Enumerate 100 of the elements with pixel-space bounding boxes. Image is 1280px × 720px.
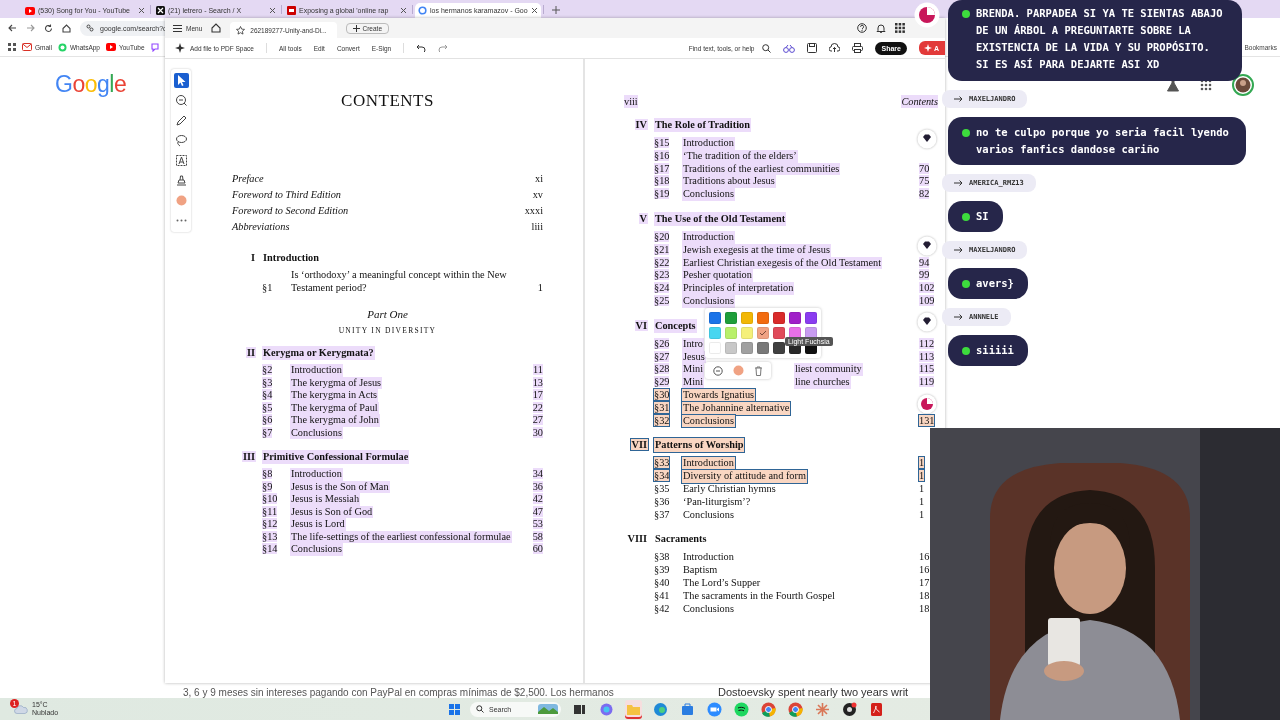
entry-title[interactable]: Diversity of attitude and form <box>682 470 807 483</box>
entry-title[interactable]: Preface <box>232 171 264 187</box>
entry-title[interactable]: The life-settings of the earliest confessional formulae <box>290 530 512 543</box>
section-number: §14 <box>262 543 278 554</box>
chapter-title[interactable]: Patterns of Worship <box>654 438 745 453</box>
entry-title[interactable]: The Johannine alternative <box>682 401 791 415</box>
entry-title[interactable]: Jewish exegesis at the time of Jesus <box>682 243 831 257</box>
entry-title[interactable]: Principles of interpretation <box>682 282 795 295</box>
entry-title[interactable]: Intro <box>682 337 704 351</box>
entry-title[interactable]: Early Christian hymns <box>682 482 777 496</box>
section-number: §36 <box>654 495 670 507</box>
chapter-title[interactable]: Concepts <box>654 318 697 333</box>
entry-title[interactable]: Introduction <box>682 551 735 565</box>
entry-title[interactable]: ‘Pan-liturgism’? <box>682 495 752 509</box>
section-number: §19 <box>654 188 670 200</box>
section-number: §23 <box>654 269 670 281</box>
chapter-number: IV <box>634 119 648 130</box>
google-logo[interactable]: Google <box>55 71 127 98</box>
entry-title[interactable]: Introduction <box>290 364 343 377</box>
page-number: 34 <box>532 468 543 479</box>
entry-title[interactable]: line churches <box>794 376 851 389</box>
entry-title[interactable]: Traditions about Jesus <box>682 175 776 189</box>
page-number: 18 <box>919 589 930 601</box>
chapter-title[interactable]: Kerygma or Kerygmata? <box>262 346 375 360</box>
entry-title[interactable]: Towards Ignatius <box>682 388 756 402</box>
section-number: §35 <box>654 482 670 494</box>
section-number: §18 <box>654 175 670 187</box>
chapter-title[interactable]: The Role of Tradition <box>654 118 751 132</box>
entry-title[interactable]: Jesus is Messiah <box>290 493 361 506</box>
chapter-number: III <box>241 451 256 462</box>
page-number: xv <box>532 188 543 202</box>
page-number: 27 <box>532 414 543 425</box>
page-number: 58 <box>532 530 543 542</box>
section-number: §13 <box>262 530 278 542</box>
chapter-number: I <box>250 252 256 263</box>
page-number: 36 <box>532 480 543 492</box>
page-number: 119 <box>919 376 935 388</box>
entry-title[interactable]: Foreword to Third Edition <box>232 187 341 203</box>
section-number: §32 <box>654 414 670 426</box>
entry-title[interactable]: Abbreviations <box>232 219 290 235</box>
section-number: §4 <box>262 389 273 400</box>
section-number: §34 <box>654 470 670 482</box>
entry-title[interactable]: Jesus is the Son of Man <box>290 480 390 493</box>
entry-title[interactable]: Is ‘orthodoxy’ a meaningful concept within the New Testament period? <box>290 269 523 294</box>
section-number: §28 <box>654 363 670 375</box>
section-number: §20 <box>654 231 670 242</box>
section-number: §38 <box>654 551 670 563</box>
entry-title[interactable]: Conclusions <box>682 508 735 522</box>
entry-title[interactable]: Conclusions <box>682 188 735 201</box>
entry-title[interactable]: Foreword to Second Edition <box>232 203 349 219</box>
chat-message: BRENDA. PARPADEA SI YA TE SIENTAS ABAJO DE UN ÁRBOL A PREGUNTARTE SOBRE LA EXISTENCIA DE LA VIDA Y SU PROPÓSITO. SI ES ASÍ PARA DEJARTE ASI XD <box>976 6 1224 72</box>
entry-title[interactable]: liest community <box>794 363 863 377</box>
section-number: §16 <box>654 149 670 161</box>
chat-message: siiiii <box>976 343 1014 358</box>
page-number: 42 <box>532 493 543 504</box>
section-number: §5 <box>262 401 273 413</box>
page-number: 82 <box>919 188 930 200</box>
entry-title[interactable]: Mini <box>682 376 705 389</box>
page-number: 113 <box>919 350 935 362</box>
entry-title[interactable]: The sacraments in the Fourth Gospel <box>682 589 836 603</box>
page-number: 22 <box>532 401 543 413</box>
entry-title[interactable]: Mini <box>682 363 705 377</box>
entry-title[interactable]: Conclusions <box>682 602 735 616</box>
section-number: §30 <box>654 388 670 400</box>
section-number: §29 <box>654 376 670 388</box>
entry-title[interactable]: The kerygma in Acts <box>290 389 379 402</box>
entry-title[interactable]: Conclusions <box>290 543 343 556</box>
section-number: §3 <box>262 376 273 388</box>
page-number: 1 <box>919 470 925 482</box>
page-number: 1 <box>919 457 925 469</box>
page-number: 16 <box>919 564 930 576</box>
page-number: 53 <box>532 518 543 529</box>
entry-title[interactable]: Introduction <box>682 137 735 150</box>
section-number: §41 <box>654 589 670 601</box>
page-number: 112 <box>919 337 935 349</box>
chapter-title[interactable]: The Use of the Old Testament <box>654 212 787 226</box>
page-number: 1 <box>537 281 543 293</box>
entry-title[interactable]: Conclusions <box>682 414 735 428</box>
page-number: 94 <box>919 256 930 268</box>
page-number: liii <box>531 220 543 234</box>
chapter-number: VI <box>634 319 648 331</box>
page-number: 13 <box>532 376 543 388</box>
page-number: 109 <box>919 294 935 306</box>
chapter-title[interactable]: Sacraments <box>654 532 708 547</box>
section-number: §11 <box>262 505 278 517</box>
chapter-title[interactable]: Introduction <box>262 251 320 265</box>
entry-title[interactable]: The Lord’s Supper <box>682 576 762 590</box>
entry-title[interactable]: Baptism <box>682 564 719 577</box>
entry-title[interactable]: The kerygma of John <box>290 414 380 427</box>
entry-title[interactable]: Introduction <box>682 231 735 244</box>
chapter-number: V <box>638 213 648 224</box>
chapter-title[interactable]: Primitive Confessional Formulae <box>262 450 410 464</box>
entry-title[interactable]: Pesher quotation <box>682 269 753 283</box>
page-number: 30 <box>532 426 543 438</box>
entry-title[interactable]: The kerygma of Jesus <box>290 376 383 389</box>
page-number: 16 <box>919 551 930 563</box>
entry-title[interactable]: Jesus is Lord <box>290 518 346 531</box>
entry-title[interactable]: Introduction <box>290 468 343 481</box>
page-number: 99 <box>919 269 930 281</box>
entry-title[interactable]: ‘The tradition of the elders’ <box>682 149 798 163</box>
